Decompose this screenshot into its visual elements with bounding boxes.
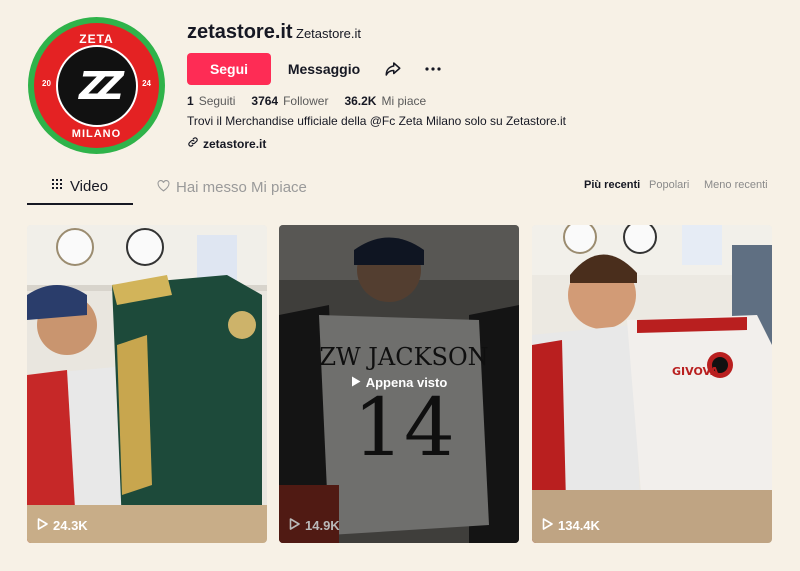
video-thumbnail xyxy=(27,225,267,543)
follow-button[interactable]: Segui xyxy=(187,53,271,85)
just-watched-text: Appena visto xyxy=(365,375,448,390)
video-views-count: 134.4K xyxy=(558,518,600,533)
sort-most-recent[interactable]: Più recenti xyxy=(584,179,640,191)
grid-icon xyxy=(51,178,64,195)
video-card[interactable]: ZW JACKSON 14 Appena visto 14.9K xyxy=(279,225,519,543)
sort-popular[interactable]: Popolari xyxy=(649,179,689,191)
avatar-bottom-text: MILANO xyxy=(71,128,122,140)
video-views-count: 24.3K xyxy=(53,518,88,533)
avatar-badge: ZETA 20 ZZ 24 MILANO xyxy=(34,23,159,148)
profile-link-text: zetastore.it xyxy=(203,136,267,151)
video-views-count: 14.9K xyxy=(305,518,340,533)
message-button[interactable]: Messaggio xyxy=(280,53,368,85)
profile-avatar[interactable]: ZETA 20 ZZ 24 MILANO xyxy=(28,17,165,154)
video-card[interactable]: 24.3K xyxy=(27,225,267,543)
profile-stats: 1 Seguiti 3764 Follower 36.2K Mi piace xyxy=(187,94,442,108)
avatar-year-right: 24 xyxy=(142,79,151,88)
play-icon xyxy=(37,518,48,533)
profile-link[interactable]: zetastore.it xyxy=(187,136,266,151)
play-filled-icon xyxy=(351,375,361,390)
avatar-year-left: 20 xyxy=(42,79,51,88)
tab-liked[interactable]: Hai messo Mi piace xyxy=(157,170,307,204)
tab-video-label: Video xyxy=(69,178,109,195)
profile-username: zetastore.it xyxy=(187,21,293,43)
stat-likes-value: 36.2K xyxy=(344,94,377,108)
video-thumbnail: GIVOVA xyxy=(532,225,772,543)
profile-bio: Trovi il Merchandise ufficiale della @Fc… xyxy=(187,114,567,128)
stat-likes: 36.2K Mi piace xyxy=(344,94,426,108)
video-views: 24.3K xyxy=(37,518,88,533)
video-card[interactable]: GIVOVA 134.4K xyxy=(532,225,772,543)
stat-following-label: Seguiti xyxy=(198,94,236,108)
stat-followers-label: Follower xyxy=(283,94,329,108)
stat-following-value: 1 xyxy=(187,94,194,108)
video-views: 134.4K xyxy=(542,518,600,533)
svg-text:GIVOVA: GIVOVA xyxy=(672,365,719,378)
tab-liked-label: Hai messo Mi piace xyxy=(176,178,307,196)
more-options-icon[interactable] xyxy=(421,57,445,81)
heart-outline-icon xyxy=(157,179,170,196)
avatar-logo: ZZ xyxy=(55,44,138,127)
share-icon[interactable] xyxy=(381,57,405,81)
profile-tabs: Video Hai messo Mi piace Più recenti Pop… xyxy=(27,170,773,206)
just-watched-label: Appena visto xyxy=(279,375,519,390)
play-icon xyxy=(289,518,300,533)
avatar-mark: ZZ xyxy=(78,63,124,108)
profile-nickname: Zetastore.it xyxy=(296,26,362,41)
stat-following[interactable]: 1 Seguiti xyxy=(187,94,235,108)
avatar-top-text: ZETA xyxy=(79,32,114,46)
stat-followers[interactable]: 3764 Follower xyxy=(251,94,328,108)
stat-likes-label: Mi piace xyxy=(381,94,427,108)
stat-followers-value: 3764 xyxy=(251,94,279,108)
play-icon xyxy=(542,518,553,533)
link-icon xyxy=(187,136,199,151)
video-views: 14.9K xyxy=(289,518,340,533)
sort-less-recent[interactable]: Meno recenti xyxy=(704,179,768,191)
tab-video[interactable]: Video xyxy=(27,170,133,205)
